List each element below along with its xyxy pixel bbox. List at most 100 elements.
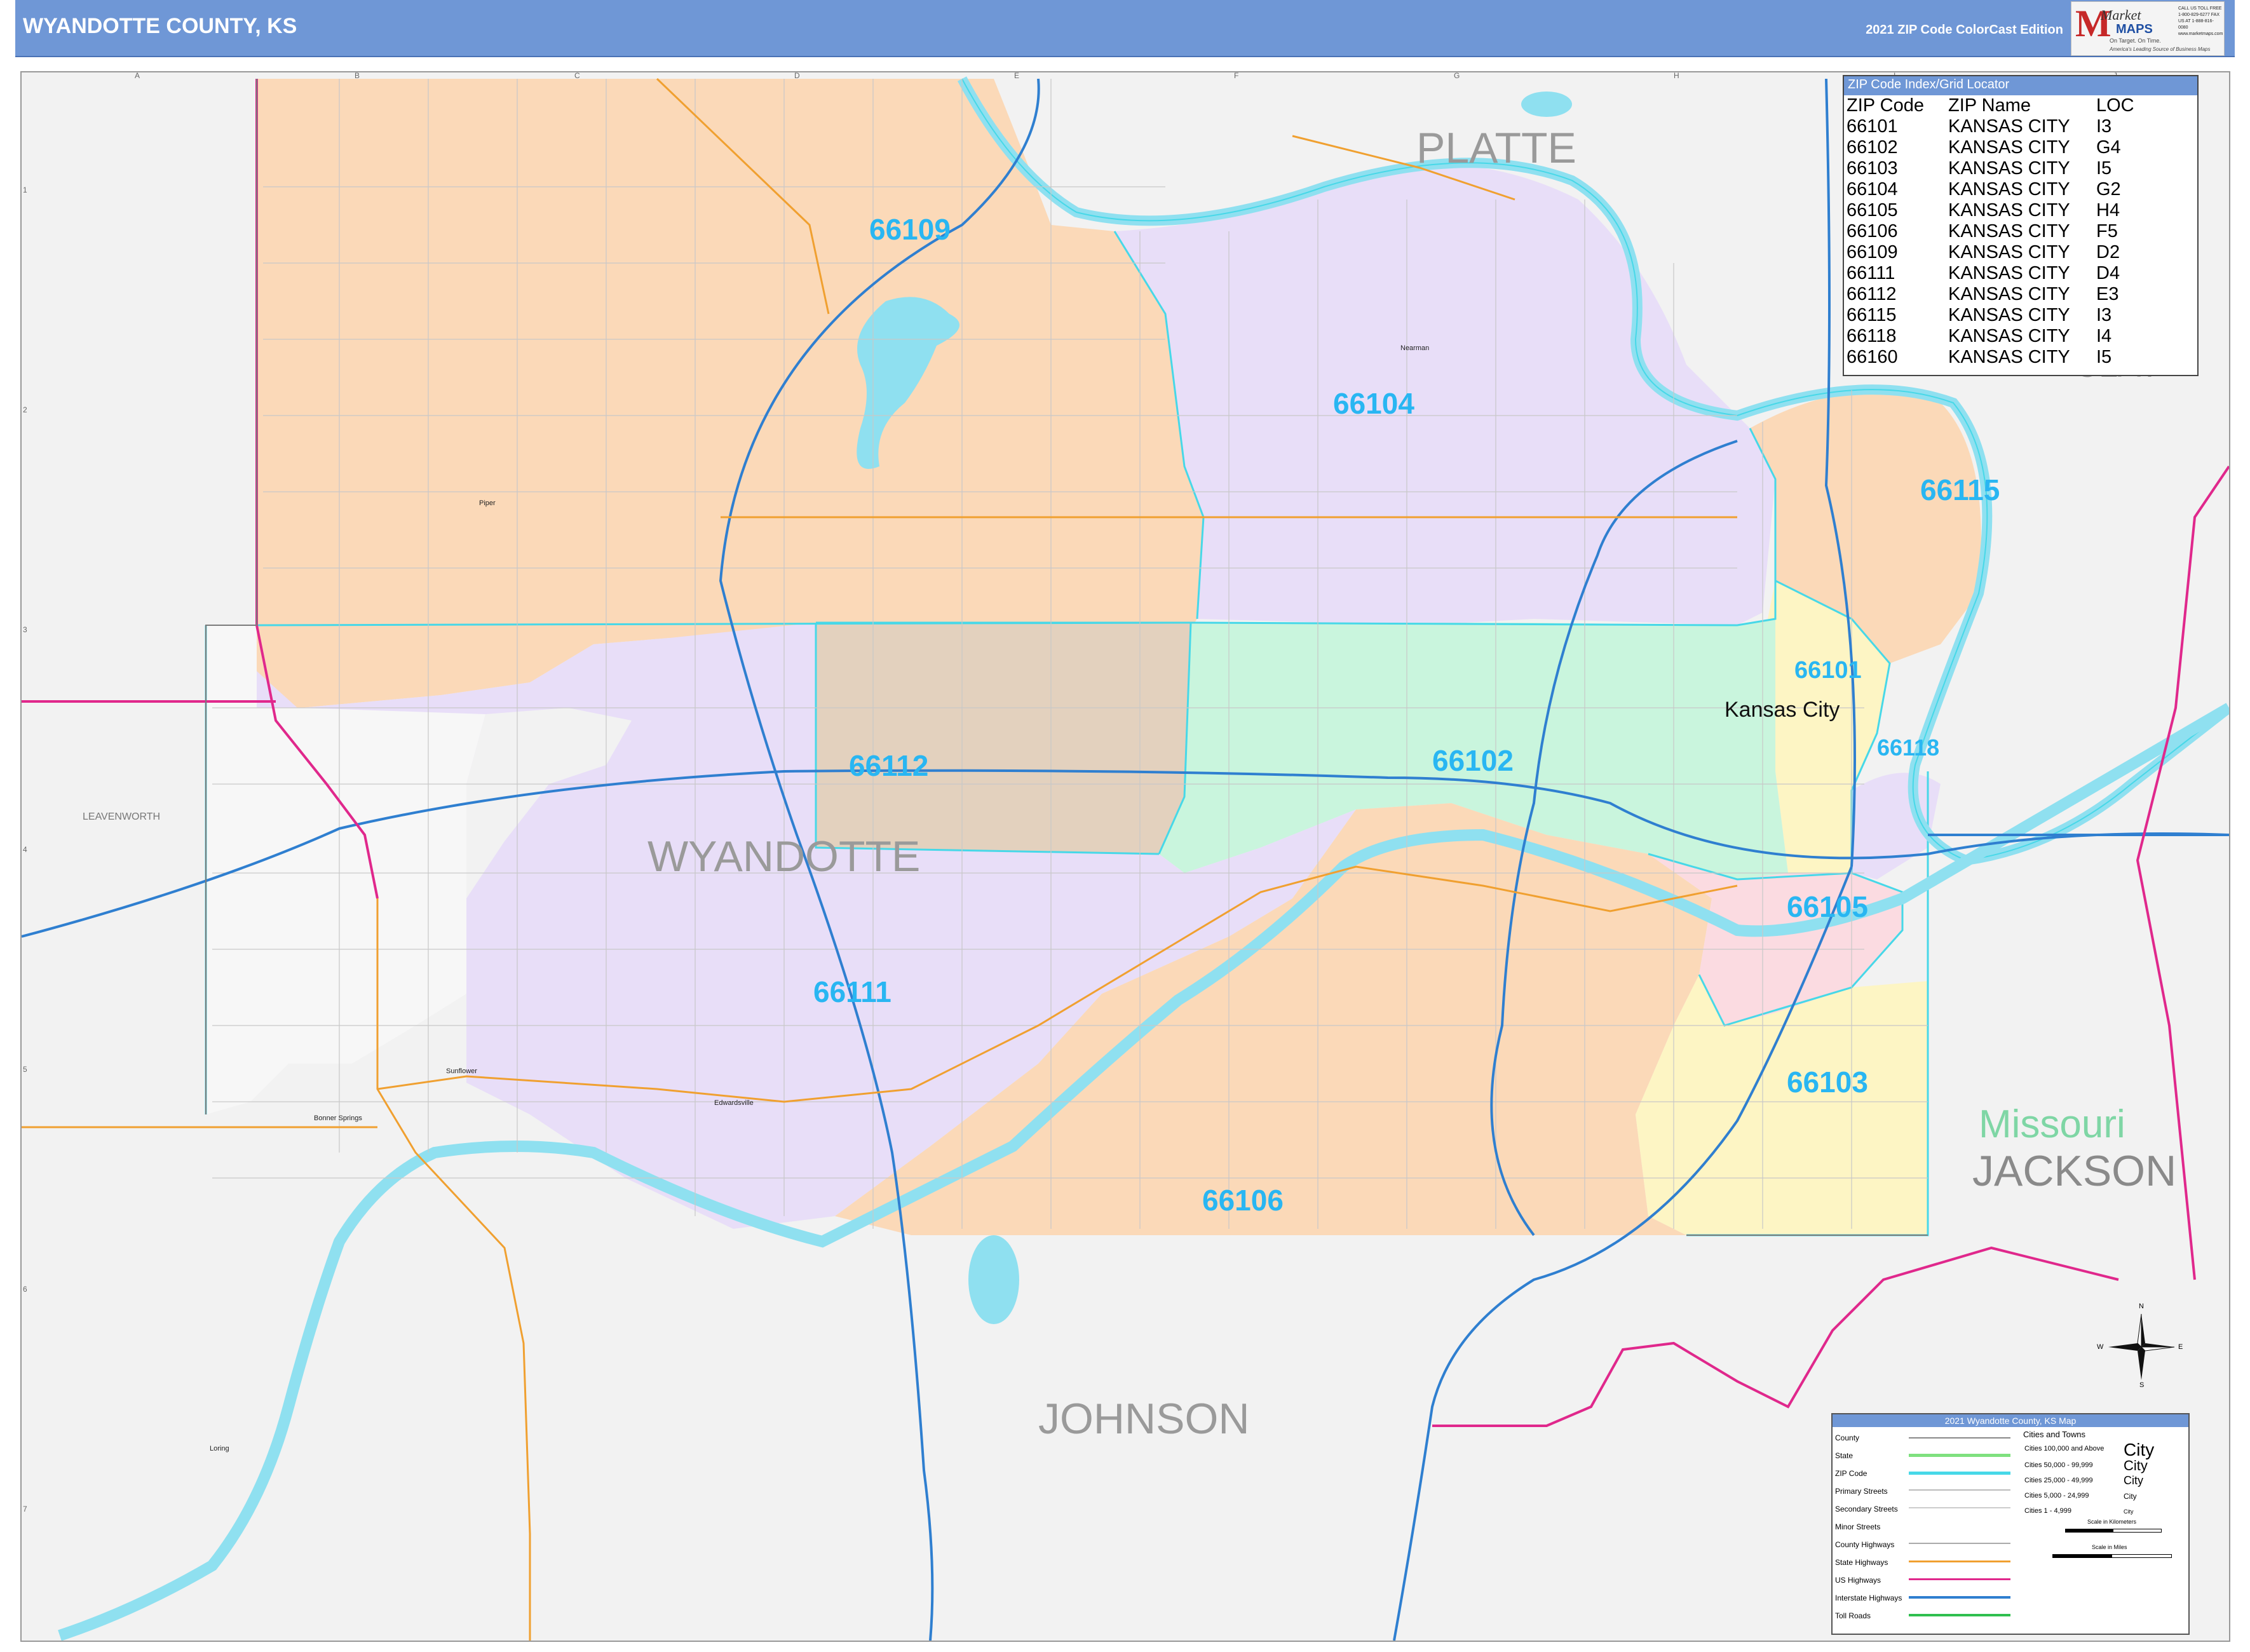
legend-city-tier-5: Cities 1 - 4,999 [2024, 1507, 2071, 1515]
zip-cell: 66105 [1847, 200, 1898, 220]
name-cell: KANSAS CITY [1948, 179, 2070, 200]
city-label-kansas-city: Kansas City [1725, 698, 1840, 722]
zip-label-66109: 66109 [869, 213, 951, 246]
loc-cell: G2 [2096, 179, 2121, 200]
place-sunflower: Sunflower [446, 1067, 477, 1075]
grid-row-3: 3 [23, 625, 27, 634]
map-edition: 2021 ZIP Code ColorCast Edition [1866, 23, 2063, 37]
loc-cell: I5 [2096, 158, 2112, 179]
legend-item-toll: Toll Roads [1835, 1611, 1871, 1620]
legend-item-state: State [1835, 1451, 1854, 1460]
grid-col-d: D [794, 71, 800, 80]
table-row: 66118 KANSAS CITY I4 [1847, 326, 2192, 347]
zip-index-table: ZIP Code ZIP Name LOC 66101 KANSAS CITY I3… [1847, 95, 2192, 368]
compass-s: S [2139, 1381, 2145, 1389]
legend-item-primary: Primary Streets [1835, 1487, 1888, 1496]
legend-swatch-state [1909, 1454, 2010, 1457]
grid-row-4: 4 [23, 845, 27, 854]
zip-label-66105: 66105 [1787, 890, 1868, 923]
table-row: 66109 KANSAS CITY D2 [1847, 242, 2192, 263]
zip-label-66102: 66102 [1432, 744, 1514, 777]
zip-label-66103: 66103 [1787, 1066, 1868, 1099]
loc-cell: E3 [2096, 284, 2119, 304]
legend-swatch-interstate [1909, 1596, 2010, 1599]
zip-label-66101: 66101 [1794, 657, 1862, 684]
legend-swatch-state-hwy [1909, 1561, 2010, 1562]
grid-row-7: 7 [23, 1505, 27, 1513]
zip-index-panel: ZIP Code Index/Grid Locator ZIP Code ZIP… [1843, 75, 2199, 376]
place-edwardsville: Edwardsville [714, 1099, 754, 1107]
county-label-leavenworth: LEAVENWORTH [83, 811, 161, 822]
zip-label-66112: 66112 [849, 749, 929, 782]
grid-row-5: 5 [23, 1065, 27, 1074]
grid-col-g: G [1454, 71, 1460, 80]
zip-index-col-name: ZIP Name [1948, 95, 2031, 116]
grid-col-e: E [1014, 71, 1020, 80]
logo-tagline: On Target. On Time. [2110, 37, 2161, 44]
legend-cities-title: Cities and Towns [2023, 1430, 2086, 1439]
table-row: 66112 KANSAS CITY E3 [1847, 284, 2192, 305]
loc-cell: D4 [2096, 263, 2120, 283]
zip-cell: 66115 [1847, 305, 1897, 325]
zip-region-66112 [816, 623, 1191, 854]
loc-cell: I4 [2096, 326, 2112, 346]
legend-swatch-zip [1909, 1472, 2010, 1475]
zip-index-header-row: ZIP Code ZIP Name LOC [1847, 95, 2192, 116]
scale-mi-label: Scale in Miles [2092, 1544, 2127, 1550]
grid-row-1: 1 [23, 186, 27, 194]
legend-city-example-4: City [2124, 1492, 2137, 1501]
zip-cell: 66118 [1847, 326, 1897, 346]
loc-cell: F5 [2096, 221, 2118, 241]
legend-city-example-5: City [2124, 1508, 2134, 1515]
zip-cell: 66112 [1847, 284, 1897, 304]
legend-city-tier-3: Cities 25,000 - 49,999 [2024, 1477, 2093, 1484]
name-cell: KANSAS CITY [1948, 158, 2070, 179]
name-cell: KANSAS CITY [1948, 347, 2070, 367]
legend-title: 2021 Wyandotte County, KS Map [1833, 1414, 2188, 1427]
legend-item-state-hwy: State Highways [1835, 1558, 1888, 1567]
zip-cell: 66109 [1847, 242, 1898, 262]
legend-swatch-county-hwy [1909, 1543, 2010, 1544]
zip-cell: 66111 [1847, 263, 1895, 283]
place-bonner-springs: Bonner Springs [314, 1114, 362, 1122]
zip-label-66106: 66106 [1202, 1184, 1284, 1217]
zip-cell: 66104 [1847, 179, 1898, 200]
legend-item-interstate: Interstate Highways [1835, 1594, 1902, 1602]
legend-item-secondary: Secondary Streets [1835, 1505, 1898, 1513]
zip-label-66104: 66104 [1333, 387, 1414, 420]
zip-label-66118: 66118 [1877, 735, 1940, 761]
zip-label-66115: 66115 [1920, 473, 2000, 506]
logo-subtitle: America's Leading Source of Business Map… [2110, 46, 2211, 52]
legend-swatch-us-hwy [1909, 1578, 2010, 1580]
table-row: 66103 KANSAS CITY I5 [1847, 158, 2192, 179]
name-cell: KANSAS CITY [1948, 326, 2070, 346]
table-row: 66105 KANSAS CITY H4 [1847, 200, 2192, 221]
zip-cell: 66102 [1847, 137, 1898, 158]
name-cell: KANSAS CITY [1948, 284, 2070, 304]
map-title: WYANDOTTE COUNTY, KS [23, 14, 297, 38]
name-cell: KANSAS CITY [1948, 200, 2070, 220]
name-cell: KANSAS CITY [1948, 263, 2070, 283]
zip-label-66111: 66111 [813, 975, 891, 1008]
grid-row-6: 6 [23, 1285, 27, 1294]
scale-bars: Scale in Kilometers Scale in Miles [2052, 1519, 2173, 1576]
legend-item-us-hwy: US Highways [1835, 1576, 1881, 1585]
legend-city-tier-4: Cities 5,000 - 24,999 [2024, 1492, 2089, 1500]
grid-col-a: A [135, 71, 140, 80]
compass-e: E [2178, 1343, 2183, 1351]
compass-n: N [2139, 1303, 2144, 1310]
county-label-jackson: JACKSON [1972, 1147, 2177, 1195]
grid-col-f: F [1234, 71, 1239, 80]
zip-cell: 66106 [1847, 221, 1898, 241]
logo-brand-word2: MAPS [2116, 22, 2153, 36]
place-loring: Loring [210, 1445, 229, 1452]
table-row: 66104 KANSAS CITY G2 [1847, 179, 2192, 200]
lake-south [968, 1235, 1019, 1324]
legend-city-tier-2: Cities 50,000 - 99,999 [2024, 1461, 2093, 1469]
legend-city-example-2: City [2124, 1458, 2148, 1473]
zip-index-col-loc: LOC [2096, 95, 2134, 116]
grid-row-2: 2 [23, 405, 27, 414]
logo-brand-word1: Market [2101, 7, 2141, 23]
legend-city-tier-1: Cities 100,000 and Above [2024, 1445, 2104, 1452]
legend-item-zip: ZIP Code [1835, 1469, 1867, 1478]
